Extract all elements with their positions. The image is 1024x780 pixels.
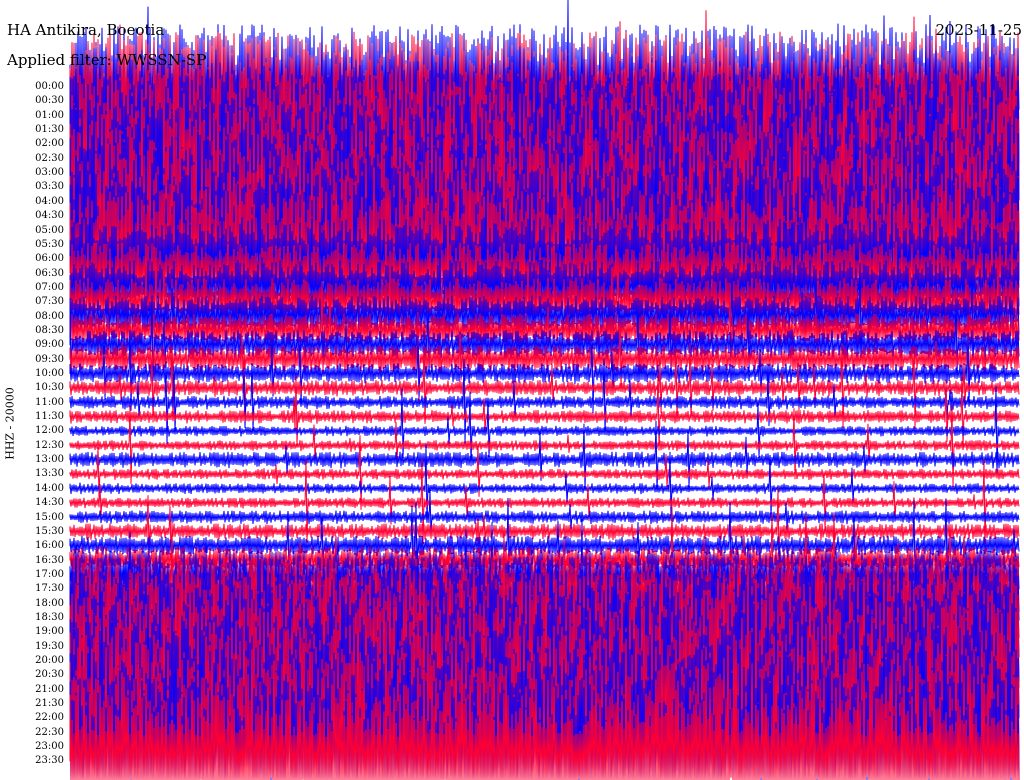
time-tick-label: 20:30: [35, 669, 64, 681]
time-tick-label: 07:00: [35, 281, 64, 293]
time-tick-label: 23:00: [35, 741, 64, 753]
time-tick-label: 16:00: [35, 540, 64, 552]
time-tick-label: 00:00: [35, 81, 64, 92]
time-tick-label: 21:00: [35, 683, 64, 695]
time-tick-label: 01:00: [35, 109, 64, 121]
time-tick-label: 04:30: [35, 210, 64, 222]
time-tick-label: 17:00: [35, 568, 64, 580]
time-tick-label: 09:30: [35, 353, 64, 365]
time-tick-label: 08:00: [35, 310, 64, 322]
time-tick-label: 06:00: [35, 253, 64, 265]
time-tick-label: 19:30: [35, 640, 64, 652]
time-tick-label: 03:00: [35, 167, 64, 179]
time-tick-label: 01:30: [35, 124, 64, 136]
time-tick-label: 14:30: [35, 497, 64, 509]
time-tick-label: 17:30: [35, 583, 64, 595]
time-tick-label: 18:30: [35, 611, 64, 623]
time-tick-label: 15:30: [35, 525, 64, 537]
time-tick-label: 16:30: [35, 554, 64, 566]
time-tick-label: 02:00: [35, 138, 64, 150]
time-tick-label: 00:30: [35, 95, 64, 107]
time-tick-label: 22:00: [35, 712, 64, 724]
time-tick-label: 08:30: [35, 324, 64, 336]
time-tick-label: 23:30: [35, 755, 64, 767]
time-tick-label: 06:30: [35, 267, 64, 279]
date-label: 2023-11-25: [935, 21, 1022, 39]
time-tick-label: 04:00: [35, 195, 64, 207]
time-tick-label: 03:30: [35, 181, 64, 193]
time-tick-label: 18:00: [35, 597, 64, 609]
filter-label: Applied filter: WWSSN-SP: [7, 51, 207, 69]
time-tick-label: 22:30: [35, 726, 64, 738]
time-tick-label: 09:00: [35, 339, 64, 351]
time-tick-label: 20:00: [35, 655, 64, 666]
time-tick-label: 07:30: [35, 296, 64, 308]
time-tick-label: 21:30: [35, 698, 64, 710]
time-tick-label: 15:00: [35, 511, 64, 523]
time-tick-label: 05:30: [35, 238, 64, 250]
station-title: HA Antikira, Boeotia: [7, 21, 165, 39]
time-tick-label: 02:30: [35, 152, 64, 164]
time-axis: 00:00 00:30 01:00 01:30 02:00 02:30 03:00 03:30…: [0, 0, 1024, 780]
time-tick-label: 14:00: [35, 482, 64, 494]
time-tick-label: 19:00: [35, 626, 64, 638]
time-tick-label: 05:00: [35, 224, 64, 236]
channel-label: HHZ - 20000: [3, 387, 17, 460]
